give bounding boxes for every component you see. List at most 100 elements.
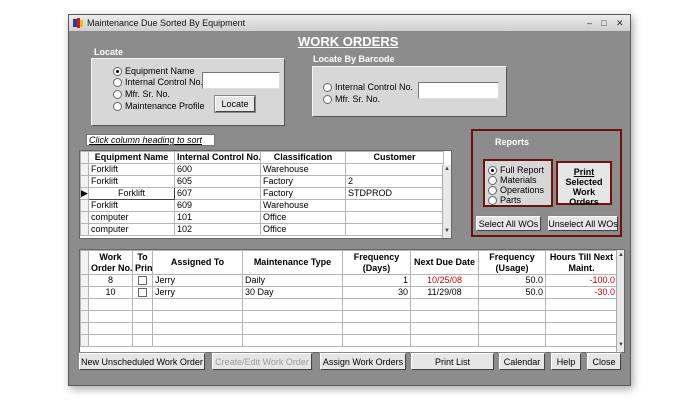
cell-frequency-usage: 50.0 bbox=[478, 274, 546, 287]
empty-cell bbox=[342, 310, 411, 323]
radio-label: Parts bbox=[500, 195, 522, 205]
work-order-scrollbar[interactable]: ▲ ▼ bbox=[616, 250, 624, 352]
close-button[interactable]: Close bbox=[586, 352, 622, 371]
scroll-up-icon[interactable]: ▲ bbox=[443, 166, 451, 172]
column-header-maintenance-type[interactable]: Maintenance Type bbox=[242, 250, 343, 275]
checkbox-icon bbox=[138, 276, 147, 286]
row-selector[interactable] bbox=[80, 199, 89, 212]
cell-assigned-to: Jerry bbox=[152, 286, 243, 299]
column-header-equipment-name[interactable]: Equipment Name bbox=[88, 151, 175, 164]
empty-cell bbox=[152, 322, 243, 335]
table-row[interactable]: 10 Jerry 30 Day 30 11/29/08 50.0 -30.0 bbox=[80, 286, 618, 299]
column-header-work-order-no[interactable]: Work Order No. bbox=[88, 250, 133, 275]
cell-maintenance-type: 30 Day bbox=[242, 286, 343, 299]
header-line: Maint. bbox=[568, 262, 595, 273]
locate-button[interactable]: Locate bbox=[214, 95, 256, 113]
cell-classification: Office bbox=[260, 223, 346, 236]
cell-frequency-usage: 50.0 bbox=[478, 286, 546, 299]
locate-input[interactable] bbox=[202, 72, 280, 89]
column-header-frequency-days[interactable]: Frequency (Days) bbox=[342, 250, 411, 275]
table-row[interactable]: 8 Jerry Daily 1 10/25/08 50.0 -100.0 bbox=[80, 274, 618, 287]
header-line: Order No. bbox=[91, 262, 133, 273]
report-option-operations[interactable]: Operations bbox=[488, 185, 544, 195]
column-header-assigned-to[interactable]: Assigned To bbox=[152, 250, 243, 275]
table-row-current[interactable]: ▶ Forklift 607 Factory STDPROD bbox=[80, 187, 444, 200]
header-line: Frequency bbox=[489, 251, 535, 262]
to-print-checkbox[interactable] bbox=[132, 286, 153, 299]
report-option-parts[interactable]: Parts bbox=[488, 195, 521, 205]
report-option-full[interactable]: Full Report bbox=[488, 165, 544, 175]
maximize-icon[interactable]: □ bbox=[601, 19, 606, 28]
header-line: (Days) bbox=[362, 262, 391, 273]
column-header-next-due-date[interactable]: Next Due Date bbox=[410, 250, 479, 275]
column-header-internal-control[interactable]: Internal Control No. bbox=[174, 151, 261, 164]
row-selector bbox=[80, 298, 89, 311]
cell-customer bbox=[345, 223, 444, 236]
table-row[interactable]: Forklift 609 Warehouse bbox=[80, 199, 444, 212]
empty-cell bbox=[342, 334, 411, 347]
print-selected-work-orders-button[interactable]: Print Selected Work Orders bbox=[556, 161, 612, 207]
table-row[interactable]: Forklift 600 Warehouse bbox=[80, 163, 444, 176]
current-row-pointer-icon[interactable]: ▶ bbox=[80, 187, 89, 200]
radio-icon bbox=[113, 77, 122, 87]
column-header-hours-till-next[interactable]: Hours Till Next Maint. bbox=[545, 250, 618, 275]
locate-option-maintenance-profile[interactable]: Maintenance Profile bbox=[113, 101, 205, 111]
row-selector[interactable] bbox=[80, 211, 89, 224]
calendar-button[interactable]: Calendar bbox=[498, 352, 546, 371]
scroll-up-icon[interactable]: ▲ bbox=[617, 252, 624, 258]
column-header-frequency-usage[interactable]: Frequency (Usage) bbox=[478, 250, 546, 275]
barcode-input[interactable] bbox=[418, 82, 499, 99]
print-list-button[interactable]: Print List bbox=[410, 352, 495, 371]
table-row[interactable]: computer 102 Office bbox=[80, 223, 444, 236]
locate-option-mfr-sr-no[interactable]: Mfr. Sr. No. bbox=[113, 89, 170, 99]
row-selector[interactable] bbox=[80, 175, 89, 188]
print-label-line3: Work Orders bbox=[569, 187, 599, 207]
row-selector[interactable] bbox=[80, 274, 89, 287]
to-print-checkbox[interactable] bbox=[132, 274, 153, 287]
help-button[interactable]: Help bbox=[550, 352, 582, 371]
empty-cell bbox=[242, 298, 343, 311]
radio-label: Maintenance Profile bbox=[125, 101, 205, 111]
cell-next-due-date: 11/29/08 bbox=[410, 286, 479, 299]
equipment-scrollbar[interactable]: ▲ ▼ bbox=[442, 165, 451, 238]
close-icon[interactable]: ✕ bbox=[616, 19, 624, 28]
create-edit-work-order-button[interactable]: Create/Edit Work Order bbox=[211, 352, 313, 371]
empty-cell bbox=[132, 334, 153, 347]
report-option-materials[interactable]: Materials bbox=[488, 175, 537, 185]
header-line: Print bbox=[135, 262, 153, 273]
title-bar[interactable]: Maintenance Due Sorted By Equipment – □ … bbox=[69, 15, 630, 32]
locate-option-equipment-name[interactable]: Equipment Name bbox=[113, 66, 195, 76]
cell-classification: Factory bbox=[260, 187, 346, 200]
scroll-down-icon[interactable]: ▼ bbox=[443, 228, 451, 234]
new-unscheduled-work-order-button[interactable]: New Unscheduled Work Order bbox=[78, 352, 206, 371]
cell-internal-control: 102 bbox=[174, 223, 261, 236]
table-row[interactable]: computer 101 Office bbox=[80, 211, 444, 224]
sort-hint: Click column heading to sort bbox=[86, 134, 215, 146]
radio-label: Full Report bbox=[500, 165, 545, 175]
column-header-to-print[interactable]: ToPrint bbox=[132, 250, 153, 275]
unselect-all-wos-button[interactable]: Unselect All WOs bbox=[547, 215, 619, 232]
table-row[interactable]: Forklift 605 Factory 2 bbox=[80, 175, 444, 188]
row-selector[interactable] bbox=[80, 163, 89, 176]
row-selector[interactable] bbox=[80, 223, 89, 236]
header-line: To bbox=[137, 251, 148, 262]
radio-label: Internal Control No. bbox=[335, 82, 414, 92]
empty-cell bbox=[478, 322, 546, 335]
row-selector[interactable] bbox=[80, 286, 89, 299]
barcode-option-mfr-sr-no[interactable]: Mfr. Sr. No. bbox=[323, 94, 380, 104]
column-header-customer[interactable]: Customer bbox=[345, 151, 444, 164]
header-line: Hours Till Next bbox=[549, 251, 614, 262]
empty-cell bbox=[88, 298, 133, 311]
scroll-down-icon[interactable]: ▼ bbox=[617, 342, 624, 348]
assign-work-orders-button[interactable]: Assign Work Orders bbox=[319, 352, 407, 371]
select-all-wos-button[interactable]: Select All WOs bbox=[475, 215, 542, 232]
cell-equipment-name[interactable]: Forklift bbox=[88, 187, 175, 200]
print-label-line1: Print bbox=[573, 167, 595, 177]
radio-label: Materials bbox=[500, 175, 537, 185]
column-header-classification[interactable]: Classification bbox=[260, 151, 346, 164]
barcode-option-internal-control[interactable]: Internal Control No. bbox=[323, 82, 413, 92]
minimize-icon[interactable]: – bbox=[587, 19, 592, 28]
radio-label: Equipment Name bbox=[125, 66, 195, 76]
locate-option-internal-control[interactable]: Internal Control No. bbox=[113, 77, 203, 87]
work-order-header-row: WorkOrder No. ToPrint Assigned To Mainte… bbox=[80, 250, 618, 275]
